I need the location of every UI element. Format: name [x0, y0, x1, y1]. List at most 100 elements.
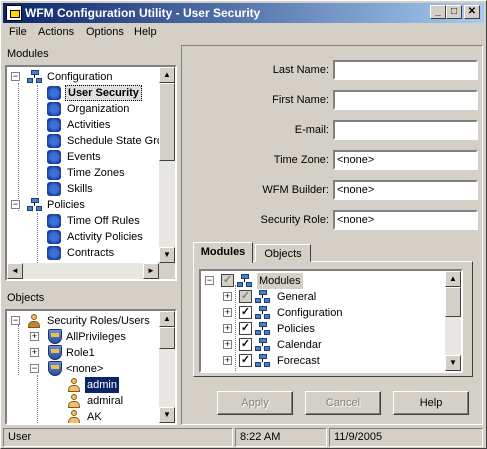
- shield-icon: [48, 345, 62, 360]
- checkbox[interactable]: ✓: [239, 338, 252, 351]
- perm-item-policies[interactable]: + ✓ Policies: [221, 321, 441, 337]
- first-name-label: First Name:: [272, 94, 329, 106]
- tree-item-label: Policies: [47, 199, 85, 211]
- tree-item-time-zones[interactable]: Time Zones: [29, 165, 159, 181]
- modules-hscrollbar[interactable]: ◄ ►: [7, 263, 159, 279]
- collapse-icon[interactable]: −: [205, 276, 214, 285]
- objects-panel-header: Objects: [3, 289, 177, 307]
- expand-icon[interactable]: +: [223, 356, 232, 365]
- first-name-field[interactable]: [333, 90, 478, 110]
- checkbox[interactable]: ✓: [239, 354, 252, 367]
- checkbox[interactable]: ✓: [239, 290, 252, 303]
- network-icon: [255, 354, 271, 368]
- tree-item-label: General: [277, 291, 317, 303]
- network-icon: [255, 338, 271, 352]
- module-permissions-tree[interactable]: − ✓ Modules + ✓ General + ✓ Configuratio…: [199, 269, 463, 373]
- security-role-field[interactable]: <none>: [333, 210, 478, 230]
- permissions-vscrollbar[interactable]: ▲ ▼: [445, 271, 461, 371]
- maximize-button[interactable]: □: [446, 5, 462, 19]
- puzzle-icon: [47, 166, 61, 180]
- time-zone-field[interactable]: <none>: [333, 150, 478, 170]
- menu-file[interactable]: File: [9, 26, 27, 38]
- menu-actions[interactable]: Actions: [38, 26, 74, 38]
- tab-modules[interactable]: Modules: [193, 242, 253, 263]
- scroll-up-button[interactable]: ▲: [445, 271, 461, 287]
- objects-vscrollbar[interactable]: ▲ ▼: [159, 311, 175, 423]
- scroll-thumb[interactable]: [445, 287, 461, 317]
- objects-tree[interactable]: − Security Roles/Users + AllPrivileges +…: [5, 309, 177, 425]
- tree-item-allprivileges[interactable]: + AllPrivileges: [28, 329, 158, 345]
- apply-button[interactable]: Apply: [217, 391, 293, 415]
- tree-item-time-off-rules[interactable]: Time Off Rules: [29, 213, 159, 229]
- scroll-down-button[interactable]: ▼: [159, 407, 175, 423]
- perm-item-general[interactable]: + ✓ General: [221, 289, 441, 305]
- tree-item-label: Role1: [66, 347, 95, 359]
- tree-item-user-security[interactable]: User Security: [29, 85, 159, 101]
- tree-item-label: admiral: [87, 395, 124, 407]
- menu-help[interactable]: Help: [134, 26, 157, 38]
- tree-item-admin[interactable]: admin: [47, 377, 157, 393]
- scroll-down-button[interactable]: ▼: [159, 247, 175, 263]
- checkbox[interactable]: ✓: [221, 274, 234, 287]
- tree-item-ak[interactable]: AK: [47, 409, 157, 423]
- tree-item-label: Skills: [67, 183, 93, 195]
- collapse-icon[interactable]: −: [30, 364, 39, 373]
- tree-item-activities[interactable]: Activities: [29, 117, 159, 133]
- help-button[interactable]: Help: [393, 391, 469, 415]
- tab-objects[interactable]: Objects: [255, 244, 311, 262]
- close-button[interactable]: ✕: [464, 5, 480, 19]
- menu-options[interactable]: Options: [86, 26, 124, 38]
- modules-tree[interactable]: − Configuration User Security Organizati…: [5, 65, 177, 281]
- last-name-field[interactable]: [333, 60, 478, 80]
- scroll-thumb[interactable]: [159, 83, 175, 161]
- tree-item-contracts[interactable]: Contracts: [29, 245, 159, 261]
- tree-item-configuration[interactable]: − Configuration: [9, 69, 159, 85]
- tree-item-none-role[interactable]: − <none>: [28, 361, 158, 377]
- expand-icon[interactable]: +: [223, 340, 232, 349]
- checkbox[interactable]: ✓: [239, 306, 252, 319]
- collapse-icon[interactable]: −: [11, 316, 20, 325]
- checkbox[interactable]: ✓: [239, 322, 252, 335]
- puzzle-icon: [47, 86, 61, 100]
- tree-item-events[interactable]: Events: [29, 149, 159, 165]
- security-role-label: Security Role:: [260, 214, 329, 226]
- expand-icon[interactable]: +: [223, 324, 232, 333]
- tree-item-skills[interactable]: Skills: [29, 181, 159, 197]
- scroll-up-button[interactable]: ▲: [159, 311, 175, 327]
- cancel-button[interactable]: Cancel: [305, 391, 381, 415]
- expand-icon[interactable]: +: [30, 332, 39, 341]
- tree-item-admiral[interactable]: admiral: [47, 393, 157, 409]
- tree-item-label: Calendar: [277, 339, 322, 351]
- puzzle-icon: [47, 150, 61, 164]
- tree-item-label: Events: [67, 151, 101, 163]
- perm-item-forecast[interactable]: + ✓ Forecast: [221, 353, 441, 369]
- scroll-thumb[interactable]: [159, 327, 175, 349]
- modules-vscrollbar[interactable]: ▲ ▼: [159, 67, 175, 263]
- menu-bar: File Actions Options Help: [3, 24, 484, 42]
- perm-item-configuration[interactable]: + ✓ Configuration: [221, 305, 441, 321]
- wfm-builder-label: WFM Builder:: [262, 184, 329, 196]
- perm-item-modules[interactable]: − ✓ Modules: [203, 273, 443, 289]
- tree-item-label: Time Off Rules: [67, 215, 140, 227]
- scroll-up-button[interactable]: ▲: [159, 67, 175, 83]
- collapse-icon[interactable]: −: [11, 72, 20, 81]
- wfm-builder-field[interactable]: <none>: [333, 180, 478, 200]
- scroll-right-button[interactable]: ►: [143, 263, 159, 279]
- scroll-down-button[interactable]: ▼: [445, 355, 461, 371]
- tree-item-security-roles[interactable]: − Security Roles/Users: [9, 313, 159, 329]
- tree-item-organization[interactable]: Organization: [29, 101, 159, 117]
- scroll-left-button[interactable]: ◄: [7, 263, 23, 279]
- collapse-icon[interactable]: −: [11, 200, 20, 209]
- expand-icon[interactable]: +: [30, 348, 39, 357]
- tree-item-activity-policies[interactable]: Activity Policies: [29, 229, 159, 245]
- perm-item-calendar[interactable]: + ✓ Calendar: [221, 337, 441, 353]
- scroll-corner: [159, 263, 175, 279]
- expand-icon[interactable]: +: [223, 308, 232, 317]
- tree-item-schedule-state[interactable]: Schedule State Gro: [29, 133, 163, 149]
- minimize-button[interactable]: _: [430, 5, 446, 19]
- tree-item-role1[interactable]: + Role1: [28, 345, 158, 361]
- tree-item-policies[interactable]: − Policies: [9, 197, 159, 213]
- network-icon: [255, 322, 271, 336]
- expand-icon[interactable]: +: [223, 292, 232, 301]
- email-field[interactable]: [333, 120, 478, 140]
